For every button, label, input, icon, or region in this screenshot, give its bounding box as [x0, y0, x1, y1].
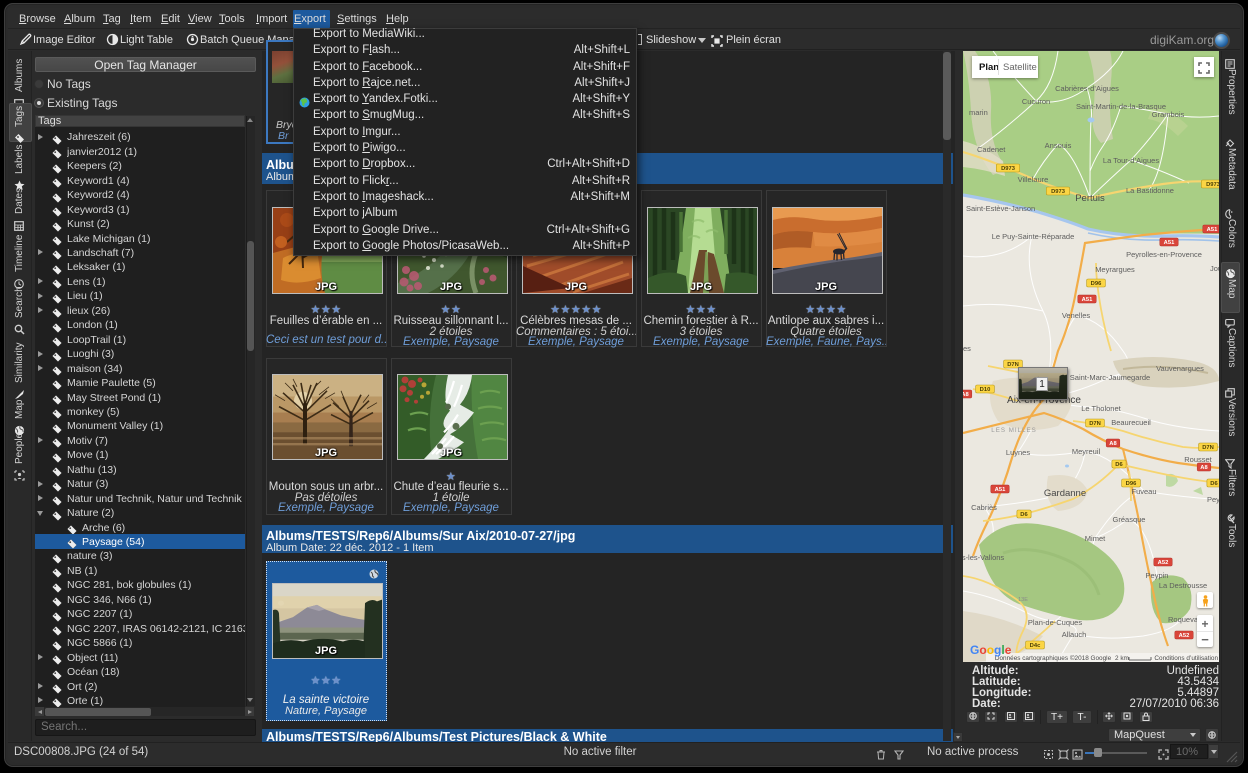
svg-text:A51: A51	[1082, 297, 1093, 303]
svg-text:Google: Google	[970, 643, 1012, 657]
svg-text:A8: A8	[1200, 465, 1208, 471]
svg-text:Le Tholonet: Le Tholonet	[1081, 404, 1121, 413]
svg-text:A51: A51	[1164, 240, 1175, 246]
svg-text:Rousset: Rousset	[1184, 455, 1212, 464]
svg-text:Grambois: Grambois	[1152, 110, 1185, 119]
svg-text:D6: D6	[1210, 481, 1218, 487]
svg-text:A51: A51	[995, 487, 1006, 493]
svg-text:2 km: 2 km	[1115, 655, 1129, 662]
svg-text:D7N: D7N	[1089, 421, 1101, 427]
svg-text:Conditions d’utilisation: Conditions d’utilisation	[1154, 655, 1218, 662]
svg-text:D10: D10	[980, 387, 991, 393]
svg-text:Luynes: Luynes	[1006, 448, 1030, 457]
svg-text:A52: A52	[1158, 560, 1169, 566]
svg-text:D973: D973	[1206, 182, 1219, 188]
svg-text:marin: marin	[969, 108, 988, 117]
svg-text:Venelles: Venelles	[1062, 311, 1091, 320]
svg-text:Peypin: Peypin	[1146, 571, 1169, 580]
svg-text:D96: D96	[1091, 281, 1102, 287]
svg-text:Vauvenargues: Vauvenargues	[1156, 364, 1204, 373]
svg-text:A8: A8	[1109, 441, 1117, 447]
svg-text:La Destrousse: La Destrousse	[1159, 581, 1207, 590]
svg-text:Saint-Estève-Janson: Saint-Estève-Janson	[966, 204, 1035, 213]
svg-text:Cabriès: Cabriès	[971, 503, 997, 512]
svg-text:Saint-Marc-Jaumegarde: Saint-Marc-Jaumegarde	[1070, 373, 1150, 382]
svg-text:13E: 13E	[1018, 597, 1028, 603]
svg-text:D973: D973	[1001, 166, 1016, 172]
svg-text:Cucuron: Cucuron	[1022, 97, 1050, 106]
svg-text:Pertuis: Pertuis	[1075, 193, 1105, 204]
svg-text:Le Puy-Sainte-Réparade: Le Puy-Sainte-Réparade	[992, 232, 1075, 241]
svg-text:Mimet: Mimet	[1085, 534, 1106, 543]
svg-text:s-les-Vallons: s-les-Vallons	[963, 553, 1004, 562]
svg-text:Meyreuil: Meyreuil	[1072, 447, 1101, 456]
svg-text:Plan-de-Cuques: Plan-de-Cuques	[1028, 618, 1082, 627]
svg-text:Peyrolles-en-Provence: Peyrolles-en-Provence	[1126, 250, 1202, 259]
svg-text:La Tour-d’Aigues: La Tour-d’Aigues	[1103, 156, 1159, 165]
svg-text:Données cartographiques ©2018: Données cartographiques ©2018 Google	[995, 654, 1112, 662]
svg-text:D4c: D4c	[1030, 643, 1041, 649]
svg-text:Meyrargues: Meyrargues	[1095, 265, 1135, 274]
svg-text:Gardanne: Gardanne	[1044, 488, 1086, 499]
svg-text:D6: D6	[1115, 462, 1123, 468]
svg-text:D6: D6	[1020, 512, 1028, 518]
svg-text:A52: A52	[1179, 633, 1190, 639]
svg-text:Beaurecueil: Beaurecueil	[1111, 418, 1151, 427]
svg-text:Gréasque: Gréasque	[1113, 515, 1146, 524]
svg-text:La Bastidonne: La Bastidonne	[1126, 186, 1174, 195]
svg-text:Peyni: Peyni	[1207, 495, 1219, 504]
svg-text:D973: D973	[1051, 189, 1066, 195]
svg-text:Fuveau: Fuveau	[1131, 487, 1156, 496]
svg-text:D7N: D7N	[1202, 445, 1214, 451]
svg-text:Ansouis: Ansouis	[1045, 141, 1072, 150]
svg-text:A8: A8	[963, 392, 969, 398]
svg-text:Jouques: Jouques	[1210, 264, 1219, 273]
svg-text:D96: D96	[1126, 481, 1137, 487]
svg-text:es: es	[963, 344, 971, 353]
svg-text:LES MILLES: LES MILLES	[991, 427, 1036, 434]
svg-text:Cabrières-d’Aigues: Cabrières-d’Aigues	[1055, 84, 1119, 93]
svg-text:Allauch: Allauch	[1062, 630, 1087, 639]
svg-text:Villelaure: Villelaure	[1018, 175, 1049, 184]
svg-text:Cadenet: Cadenet	[977, 145, 1006, 154]
svg-text:A51: A51	[1207, 227, 1218, 233]
